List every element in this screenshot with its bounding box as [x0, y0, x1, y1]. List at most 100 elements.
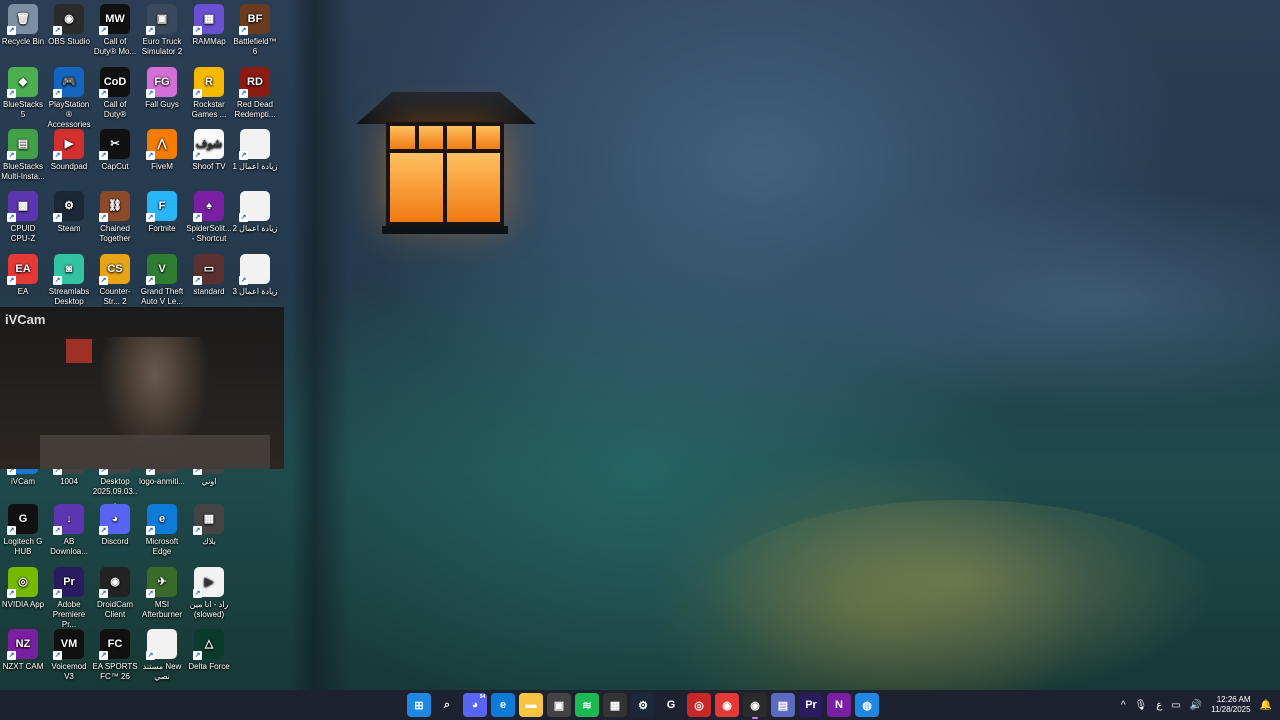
- store-taskbar[interactable]: ▣: [547, 693, 571, 717]
- obs-taskbar[interactable]: ◉: [743, 693, 767, 719]
- desktop-icon-label: AB Downloa...: [50, 537, 88, 556]
- desktop-icon[interactable]: ⛓ ↗ Chained Together: [92, 191, 138, 244]
- video-file-icon: ▦ ↗: [193, 504, 224, 535]
- app-blue-taskbar[interactable]: ◍: [855, 693, 879, 717]
- desktop-icon[interactable]: ↗ زيادة اعمال 1: [232, 129, 278, 172]
- fortnite-icon: F ↗: [146, 191, 177, 222]
- desktop-icon[interactable]: ▭ ↗ standard: [186, 254, 232, 297]
- ea-icon: EA ↗: [7, 254, 38, 285]
- shortcut-arrow-icon: ↗: [146, 213, 155, 222]
- tray-chevron-icon[interactable]: ^: [1121, 700, 1126, 711]
- desktop-icon[interactable]: ⋀ ↗ FiveM: [139, 129, 185, 172]
- notification-icon[interactable]: 🔔: [1260, 700, 1272, 711]
- edge-taskbar[interactable]: e: [491, 693, 515, 717]
- desktop-icon[interactable]: ◆ ↗ BlueStacks 5: [0, 67, 46, 120]
- desktop-icon[interactable]: ♠ ↗ SpiderSolit... - Shortcut: [186, 191, 232, 244]
- desktop-icon-label: Call of Duty®: [103, 100, 127, 119]
- desktop-icon[interactable]: MW ↗ Call of Duty® Mo...: [92, 4, 138, 57]
- desktop-icon[interactable]: F ↗ Fortnite: [139, 191, 185, 234]
- nzxt-taskbar[interactable]: N: [827, 693, 851, 717]
- steam-taskbar[interactable]: ⚙: [631, 693, 655, 717]
- desktop-icon-label: standard: [193, 287, 225, 296]
- desktop-icon[interactable]: △ ↗ Delta Force: [186, 629, 232, 672]
- shortcut-arrow-icon: ↗: [53, 26, 62, 35]
- rockstar-icon: R ↗: [193, 67, 224, 98]
- shortcut-arrow-icon: ↗: [146, 276, 155, 285]
- desktop-icon[interactable]: 🎮 ↗ PlayStation® Accessories: [46, 67, 92, 130]
- search-icon[interactable]: ⌕: [435, 693, 459, 717]
- desktop-icon[interactable]: ▶ ↗ راد - انا مين (slowed): [186, 567, 232, 620]
- desktop-icon[interactable]: ◕ ↗ Discord: [92, 504, 138, 547]
- edge-taskbar-icon: e: [499, 699, 507, 711]
- desktop-icon[interactable]: FC ↗ EA SPORTS FC™ 26: [92, 629, 138, 682]
- app-window-taskbar-icon: ▤: [777, 699, 789, 712]
- desktop-icon-label: logo-anmiti...: [139, 477, 185, 486]
- premiere-icon: Pr ↗: [53, 567, 84, 598]
- network-icon[interactable]: ▭: [1171, 700, 1180, 711]
- discord-taskbar[interactable]: ◕ 94: [463, 693, 487, 717]
- desktop-icon[interactable]: ▩ ↗ CPUID CPU-Z: [0, 191, 46, 244]
- steam-icon: ⚙ ↗: [53, 191, 84, 222]
- premiere-taskbar[interactable]: Pr: [799, 693, 823, 717]
- soundpad-icon: ▶ ↗: [53, 129, 84, 160]
- desktop-icon[interactable]: e ↗ Microsoft Edge: [139, 504, 185, 557]
- app-window-taskbar[interactable]: ▤: [771, 693, 795, 717]
- antivirus-taskbar[interactable]: ◎: [687, 693, 711, 717]
- desktop-icon[interactable]: ◉ ↗ DroidCam Client: [92, 567, 138, 620]
- desktop-icon[interactable]: G ↗ Logitech G HUB: [0, 504, 46, 557]
- desktop-icon[interactable]: FG ↗ Fall Guys: [139, 67, 185, 110]
- start-button[interactable]: ⊞: [407, 693, 431, 717]
- clock[interactable]: 12:26 AM 11/28/2025: [1211, 695, 1250, 715]
- desktop-icon[interactable]: ▦ ↗ بلاك: [186, 504, 232, 547]
- desktop-icon[interactable]: NZ ↗ NZXT CAM: [0, 629, 46, 672]
- desktop-icon[interactable]: ◎ ↗ NVIDIA App: [0, 567, 46, 610]
- file-explorer-taskbar-icon: ▬: [525, 699, 537, 711]
- desktop-icon[interactable]: V ↗ Grand Theft Auto V Le...: [139, 254, 185, 307]
- desktop-icon[interactable]: ↗ زيادة اعمال 2: [232, 191, 278, 234]
- ivcam-preview-window[interactable]: iVCam: [0, 307, 284, 469]
- desktop-icon[interactable]: ▦ ↗ RAMMap: [186, 4, 232, 47]
- shortcut-arrow-icon: ↗: [239, 89, 248, 98]
- desktop-icon[interactable]: ↗ مستند New نصي: [139, 629, 185, 682]
- volume-icon[interactable]: 🔊: [1190, 700, 1202, 711]
- desktop-icon[interactable]: ✈ ↗ MSI Afterburner: [139, 567, 185, 620]
- desktop-icon[interactable]: CoD ↗ Call of Duty®: [92, 67, 138, 120]
- chrome-taskbar[interactable]: ◉: [715, 693, 739, 717]
- spotify-taskbar[interactable]: ≋: [575, 693, 599, 717]
- desktop-icon[interactable]: Pr ↗ Adobe Premiere Pr...: [46, 567, 92, 630]
- calculator-taskbar-icon: ▦: [609, 699, 621, 712]
- desktop-icon[interactable]: 🗑 ↗ Recycle Bin: [0, 4, 46, 47]
- shortcut-arrow-icon: ↗: [7, 526, 16, 535]
- clock-date: 11/28/2025: [1211, 705, 1251, 714]
- shortcut-arrow-icon: ↗: [239, 26, 248, 35]
- desktop-icon[interactable]: ⚙ ↗ Steam: [46, 191, 92, 234]
- desktop-icon-label: زيادة اعمال 2: [232, 224, 278, 233]
- file-explorer-taskbar[interactable]: ▬: [519, 693, 543, 717]
- desktop-icon[interactable]: EA ↗ EA: [0, 254, 46, 297]
- image-file-icon: ▭ ↗: [193, 254, 224, 285]
- desktop-icon[interactable]: ◙ ↗ Streamlabs Desktop: [46, 254, 92, 307]
- language-indicator[interactable]: ع: [1156, 700, 1162, 711]
- desktop-icon[interactable]: ▤ ↗ BlueStacks Multi-Insta...: [0, 129, 46, 182]
- desktop-icon[interactable]: CS ↗ Counter-Str... 2: [92, 254, 138, 307]
- desktop-icon-label: Microsoft Edge: [145, 537, 179, 556]
- microphone-icon[interactable]: 🎙: [1135, 700, 1148, 711]
- desktop-icon[interactable]: ▶ ↗ Soundpad: [46, 129, 92, 172]
- desktop-icon[interactable]: ◉ ↗ OBS Studio: [46, 4, 92, 47]
- app-blue-taskbar-icon: ◍: [862, 699, 872, 712]
- desktop-icon-label: BlueStacks Multi-Insta...: [1, 162, 45, 181]
- desktop-icon[interactable]: شوف ↗ Shoof TV: [186, 129, 232, 172]
- desktop-icon[interactable]: BF ↗ Battlefield™ 6: [232, 4, 278, 57]
- droidcam-icon: ◉ ↗: [99, 567, 130, 598]
- desktop-icon[interactable]: RD ↗ Red Dead Redempti...: [232, 67, 278, 120]
- desktop-icon[interactable]: VM ↗ Voicemod V3: [46, 629, 92, 682]
- calculator-taskbar[interactable]: ▦: [603, 693, 627, 717]
- desktop-icon[interactable]: ↗ زيادة اعمال 3: [232, 254, 278, 297]
- shortcut-arrow-icon: ↗: [7, 589, 16, 598]
- desktop-icon[interactable]: ✂ ↗ CapCut: [92, 129, 138, 172]
- logitech-taskbar[interactable]: G: [659, 693, 683, 717]
- desktop-icon[interactable]: ↓ ↗ AB Downloa...: [46, 504, 92, 557]
- desktop-icon[interactable]: ▣ ↗ Euro Truck Simulator 2: [139, 4, 185, 57]
- desktop-icon[interactable]: R ↗ Rockstar Games ...: [186, 67, 232, 120]
- msi-afterburner-icon: ✈ ↗: [146, 567, 177, 598]
